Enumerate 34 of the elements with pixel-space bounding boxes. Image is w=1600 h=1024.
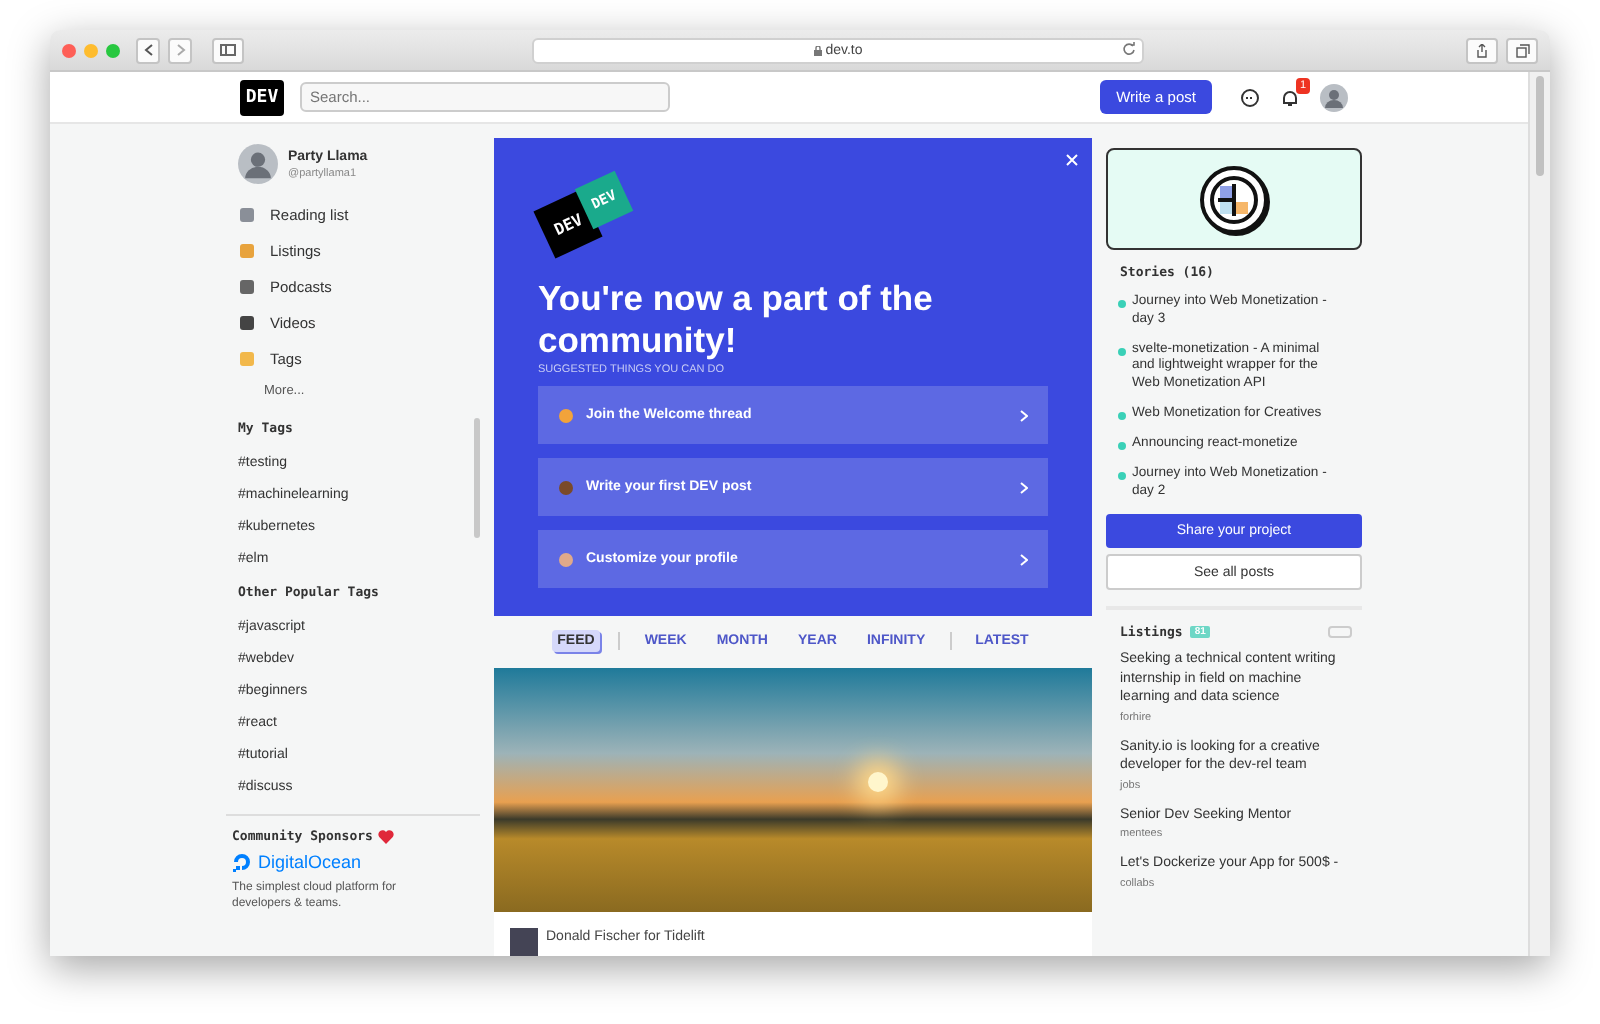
bullet-dot [1118,471,1126,480]
sidebar-toggle-button[interactable] [212,37,244,63]
share-button[interactable] [1466,37,1498,63]
organization-avatar [510,928,538,956]
sponsor-name[interactable]: DigitalOcean [258,852,362,872]
close-window-button[interactable] [62,43,76,57]
back-chevron-icon [143,44,153,56]
chat-icon[interactable] [1240,87,1260,107]
tabs-icon [1515,43,1529,57]
bullet-dot [1118,347,1126,356]
sidebar-icon [220,44,236,56]
chevron-icon [1020,553,1028,565]
reload-icon[interactable] [1122,41,1136,55]
chevron-icon [1020,481,1028,493]
bell-icon[interactable] [1280,87,1300,107]
bullet-dot [1118,441,1126,450]
sponsor-banner[interactable] [1106,148,1362,250]
share-icon [1476,43,1488,57]
sponsor-logo-icon [232,852,252,872]
avatar-icon[interactable] [1320,83,1348,111]
chevron-icon [1020,409,1028,421]
forward-chevron-icon [175,44,185,56]
scrollbar-thumb[interactable] [1536,76,1544,176]
dev-logo[interactable]: DEV [240,79,284,115]
tabs-button[interactable] [1506,37,1538,63]
back-button[interactable] [136,37,160,63]
bullet-dot [1118,300,1126,308]
scrollbar-thumb[interactable] [474,418,480,538]
lock-icon [813,45,822,55]
avatar-icon[interactable] [238,144,278,184]
heart-icon [378,829,395,843]
bullet-dot [1118,412,1126,421]
welcome-title: You're now a part of the community! [538,278,935,362]
close-icon[interactable] [1066,154,1078,166]
